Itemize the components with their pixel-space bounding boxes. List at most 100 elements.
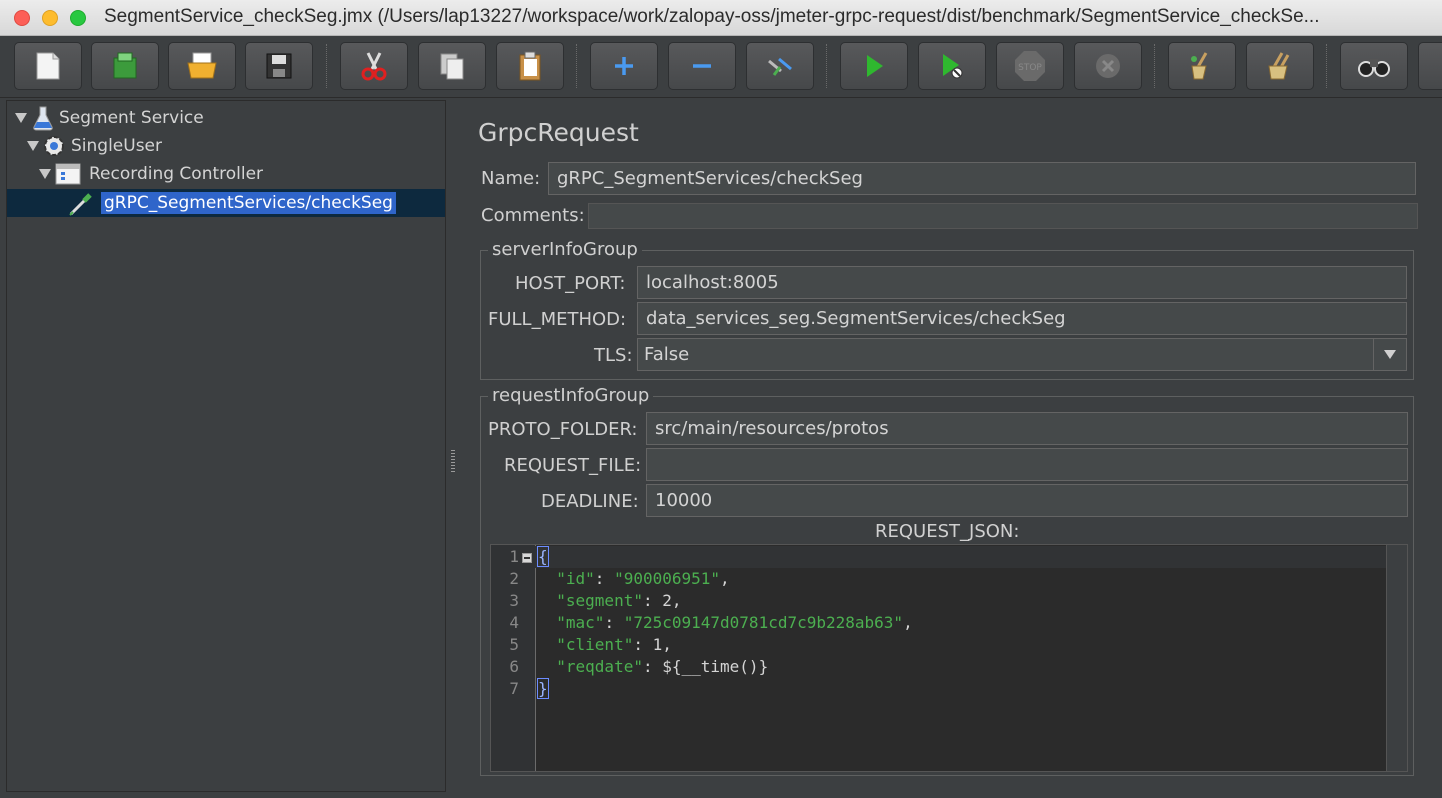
- copy-button[interactable]: [418, 42, 486, 90]
- host-port-field[interactable]: localhost:8005: [637, 266, 1407, 299]
- json-value: 2: [662, 591, 672, 610]
- request-json-label: REQUEST_JSON:: [875, 521, 1020, 542]
- json-tail: ,: [720, 569, 730, 588]
- line-number: 6: [509, 657, 519, 676]
- tree-item-segment-service[interactable]: Segment Service: [15, 105, 204, 131]
- name-field[interactable]: gRPC_SegmentServices/checkSeg: [548, 162, 1416, 195]
- host-port-label: HOST_PORT:: [515, 273, 626, 294]
- json-brace: {: [537, 546, 549, 567]
- full-method-label: FULL_METHOD:: [488, 309, 627, 330]
- test-plan-tree: Segment Service SingleUser Recording Con…: [6, 100, 446, 792]
- toolbar: STOP: [0, 36, 1442, 98]
- open-icon: [187, 52, 217, 79]
- expand-icon: [615, 57, 633, 75]
- stop-button[interactable]: STOP: [996, 42, 1064, 90]
- deadline-field[interactable]: 10000: [646, 484, 1408, 517]
- tree-item-label: SingleUser: [71, 136, 163, 156]
- code-line: }: [537, 678, 549, 699]
- stop-icon: STOP: [1015, 51, 1045, 81]
- toggle-icon: [768, 57, 792, 76]
- minimize-window-button[interactable]: [42, 10, 58, 26]
- line-number: 7: [509, 679, 519, 698]
- request-file-field[interactable]: [646, 448, 1408, 481]
- start-button[interactable]: [840, 42, 908, 90]
- paste-button[interactable]: [496, 42, 564, 90]
- proto-folder-label: PROTO_FOLDER:: [488, 419, 638, 440]
- expanded-triangle-icon[interactable]: [27, 141, 39, 151]
- line-number: 3: [509, 591, 519, 610]
- line-number: 4: [509, 613, 519, 632]
- open-button[interactable]: [168, 42, 236, 90]
- tree-item-grpc-checkseg[interactable]: gRPC_SegmentServices/checkSeg: [67, 190, 396, 216]
- test-plan-flask-icon: [33, 106, 53, 131]
- proto-folder-field[interactable]: src/main/resources/protos: [646, 412, 1408, 445]
- code-line: {: [537, 546, 549, 567]
- save-button[interactable]: [245, 42, 313, 90]
- json-brace: }: [537, 678, 549, 699]
- comments-field[interactable]: [588, 203, 1418, 229]
- json-key: "client": [556, 635, 634, 654]
- code-line: "client": 1,: [537, 635, 672, 654]
- cut-button[interactable]: [340, 42, 408, 90]
- json-key: "mac": [556, 613, 605, 632]
- tree-item-singleuser[interactable]: SingleUser: [27, 133, 162, 159]
- collapse-all-button[interactable]: [668, 42, 736, 90]
- templates-icon: [113, 52, 137, 79]
- reset-search-button[interactable]: [1418, 42, 1442, 90]
- start-no-pause-icon: [943, 54, 963, 79]
- full-method-field[interactable]: data_services_seg.SegmentServices/checkS…: [637, 302, 1407, 335]
- grpc-request-panel: GrpcRequest Name: gRPC_SegmentServices/c…: [460, 100, 1440, 792]
- splitter[interactable]: [447, 100, 460, 792]
- save-icon: [266, 53, 292, 79]
- clear-icon: [1191, 52, 1208, 80]
- editor-gutter: 1 2 3 4 5 6 7: [491, 545, 536, 771]
- sampler-pipette-icon: [69, 193, 92, 216]
- code-line: "segment": 2,: [537, 591, 682, 610]
- json-value: "725c09147d0781cd7c9b228ab63": [623, 613, 904, 632]
- current-line-highlight: [535, 546, 1387, 568]
- json-tail: ,: [903, 613, 913, 632]
- json-sep: :: [594, 569, 615, 588]
- new-button[interactable]: [14, 42, 82, 90]
- clear-button[interactable]: [1168, 42, 1236, 90]
- tls-select[interactable]: False: [637, 338, 1407, 371]
- json-sep: :: [604, 613, 624, 632]
- cut-icon: [361, 52, 387, 81]
- fold-collapse-icon[interactable]: [522, 553, 532, 563]
- code-line: "id": "900006951",: [537, 569, 730, 588]
- json-sep: :: [642, 591, 663, 610]
- toggle-button[interactable]: [746, 42, 814, 90]
- window-title: SegmentService_checkSeg.jmx (/Users/lap1…: [104, 6, 1320, 27]
- clear-all-button[interactable]: [1246, 42, 1314, 90]
- start-no-pauses-button[interactable]: [918, 42, 986, 90]
- expand-all-button[interactable]: [590, 42, 658, 90]
- thread-group-gear-icon: [44, 136, 64, 156]
- expanded-triangle-icon[interactable]: [39, 169, 51, 179]
- page-title: GrpcRequest: [478, 118, 639, 147]
- title-bar: SegmentService_checkSeg.jmx (/Users/lap1…: [0, 0, 1442, 36]
- json-value: 1: [652, 635, 663, 654]
- reset-search-icon: [1437, 51, 1442, 81]
- json-key: "id": [556, 569, 595, 588]
- server-info-group-title: serverInfoGroup: [488, 239, 642, 260]
- comments-label: Comments:: [481, 205, 585, 226]
- editor-scrollbar[interactable]: [1386, 545, 1407, 771]
- zoom-window-button[interactable]: [70, 10, 86, 26]
- tls-dropdown-button[interactable]: [1373, 339, 1406, 370]
- close-window-button[interactable]: [14, 10, 30, 26]
- tree-item-label: Recording Controller: [89, 164, 264, 184]
- tree-item-recording-controller[interactable]: Recording Controller: [39, 161, 263, 187]
- json-tail: ,: [671, 591, 682, 610]
- request-json-editor[interactable]: 1 2 3 4 5 6 7 { "id": "900006951", "segm…: [490, 544, 1408, 772]
- json-tail: ,: [662, 635, 672, 654]
- search-button[interactable]: [1340, 42, 1408, 90]
- json-value: "900006951": [614, 569, 721, 588]
- expanded-triangle-icon[interactable]: [15, 113, 27, 123]
- templates-button[interactable]: [91, 42, 159, 90]
- name-label: Name:: [481, 168, 541, 189]
- shutdown-button[interactable]: [1074, 42, 1142, 90]
- request-info-group-title: requestInfoGroup: [488, 385, 654, 406]
- splitter-grip-icon[interactable]: [451, 450, 455, 472]
- tree-item-label: Segment Service: [59, 108, 204, 128]
- json-sep: :: [642, 657, 663, 676]
